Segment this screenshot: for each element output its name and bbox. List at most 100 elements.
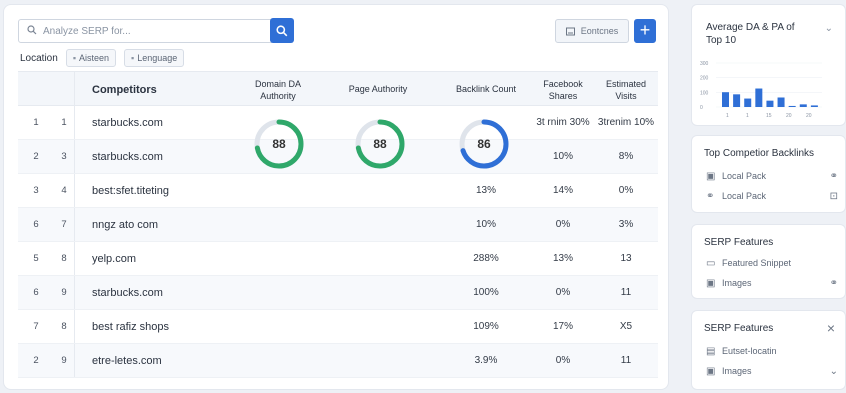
export-icon[interactable]: ⊡ xyxy=(830,191,838,202)
row-backlinks: 10% xyxy=(475,219,496,230)
table-body: 1 1 starbucks.com 3t rnim 30% 3trenim 10% 2 3 s… xyxy=(18,106,658,378)
x-tick-label: 15 xyxy=(766,113,772,119)
y-tick-label: 300 xyxy=(700,61,709,67)
dropdown-icon[interactable]: ⌄ xyxy=(830,366,838,377)
chart-bar xyxy=(810,105,818,107)
row-backlinks: 288% xyxy=(473,253,499,264)
table-row[interactable]: 1 1 starbucks.com 3t rnim 30% 3trenim 10% xyxy=(18,106,658,140)
row-domain[interactable]: best:sfet.titeting xyxy=(92,174,242,208)
domain-authority-gauge: 88 xyxy=(253,118,305,170)
header-page-authority[interactable]: Page Authority xyxy=(343,83,413,95)
language-icon: ▪ xyxy=(131,53,135,63)
chart-bar xyxy=(733,94,741,107)
row-domain[interactable]: starbucks.com xyxy=(92,106,242,140)
row-domain[interactable]: yelp.com xyxy=(92,242,242,276)
table-header: Competitors Domain DA Authority Page Aut… xyxy=(18,71,658,106)
row-backlinks: 13% xyxy=(475,185,496,196)
row-position: 8 xyxy=(61,253,67,264)
search-placeholder: Analyze SERP for... xyxy=(43,25,131,37)
row-estimated-visits: 11 xyxy=(620,355,632,366)
row-estimated-visits: 3% xyxy=(618,219,634,230)
row-rank: 6 xyxy=(33,287,39,298)
x-tick-label: 1 xyxy=(726,113,729,119)
row-position: 1 xyxy=(61,117,67,128)
table-row[interactable]: 2 9 etre-letes.com 3.9% 0% 11 xyxy=(18,344,658,378)
backlinks-card: Top Competior Backlinks ▣ Local Pack ⚭ ⚭… xyxy=(691,135,846,213)
list-item[interactable]: ▣ Images ⚭ xyxy=(706,273,846,293)
row-rank: 7 xyxy=(33,321,39,332)
language-chip[interactable]: ▪ Lenguage xyxy=(124,49,185,67)
header-domain-authority[interactable]: Domain DA Authority xyxy=(243,78,313,102)
document-icon: ▣ xyxy=(706,170,716,182)
row-backlinks: 3.9% xyxy=(474,355,498,366)
table-row[interactable]: 2 3 starbucks.com 10% 8% xyxy=(18,140,658,174)
row-backlinks: 109% xyxy=(473,321,499,332)
table-row[interactable]: 6 9 starbucks.com 100% 0% 11 xyxy=(18,276,658,310)
close-icon[interactable]: × xyxy=(827,320,835,336)
row-facebook-shares: 10% xyxy=(552,151,573,162)
table-row[interactable]: 6 7 nngz ato com 10% 0% 3% xyxy=(18,208,658,242)
chart-bar xyxy=(722,92,729,107)
y-tick-label: 100 xyxy=(700,90,709,96)
list-item[interactable]: ⚭ Local Pack ⊡ xyxy=(706,186,846,206)
calendar-icon: ▤ xyxy=(706,345,716,357)
chart-bar xyxy=(766,100,774,107)
search-input[interactable]: Analyze SERP for... xyxy=(18,19,274,43)
table-row[interactable]: 5 8 yelp.com 288% 13% 13 xyxy=(18,242,658,276)
serp-features-card: SERP Features ▭ Featured Snippet ▣ Image… xyxy=(691,224,846,299)
chart-bar xyxy=(788,105,796,107)
document-icon xyxy=(565,27,575,35)
row-position: 8 xyxy=(61,321,67,332)
row-rank: 2 xyxy=(33,151,39,162)
search-button[interactable] xyxy=(270,18,294,43)
link-icon[interactable]: ⚭ xyxy=(830,171,838,182)
row-domain[interactable]: nngz ato com xyxy=(92,208,242,242)
image-icon: ▣ xyxy=(706,365,716,377)
table-row[interactable]: 3 4 best:sfet.titeting 13% 14% 0% xyxy=(18,174,658,208)
row-estimated-visits: 13 xyxy=(620,253,632,264)
row-estimated-visits: X5 xyxy=(619,321,633,332)
backlinks-title: Top Competior Backlinks xyxy=(704,148,815,159)
row-rank: 6 xyxy=(33,219,39,230)
row-position: 9 xyxy=(61,287,67,298)
serp-features-title: SERP Features xyxy=(704,237,774,248)
chart-bar xyxy=(799,104,807,107)
list-item[interactable]: ▤ Eutset-locatin xyxy=(706,341,846,361)
row-rank: 2 xyxy=(33,355,39,366)
row-position: 7 xyxy=(61,219,67,230)
list-item[interactable]: ▣ Images ⌄ xyxy=(706,361,846,381)
location-chip[interactable]: ▪ Aisteen xyxy=(65,49,117,67)
tool-button[interactable]: Eontcnes xyxy=(555,19,629,43)
row-facebook-shares: 0% xyxy=(555,287,571,298)
header-backlink-count[interactable]: Backlink Count xyxy=(448,83,524,95)
row-facebook-shares: 14% xyxy=(552,185,573,196)
row-facebook-shares: 0% xyxy=(555,219,571,230)
row-estimated-visits: 3trenim 10% xyxy=(597,117,655,128)
backlink-gauge: 86 xyxy=(458,118,510,170)
chart-bar xyxy=(777,97,785,107)
gauge-value: 88 xyxy=(373,137,387,151)
row-rank: 1 xyxy=(33,117,39,128)
add-button[interactable]: + xyxy=(634,19,656,43)
row-domain[interactable]: starbucks.com xyxy=(92,276,242,310)
list-item[interactable]: ▣ Local Pack ⚭ xyxy=(706,166,846,186)
row-facebook-shares: 13% xyxy=(552,253,573,264)
competitors-table: Competitors Domain DA Authority Page Aut… xyxy=(18,71,658,378)
link-icon[interactable]: ⚭ xyxy=(830,278,838,289)
location-label: Location xyxy=(20,52,58,64)
header-facebook-shares[interactable]: Facebook Shares xyxy=(533,78,593,102)
row-domain[interactable]: starbucks.com xyxy=(92,140,242,174)
chart-bar xyxy=(744,98,752,107)
header-competitors[interactable]: Competitors xyxy=(92,84,157,96)
row-position: 9 xyxy=(61,355,67,366)
list-item[interactable]: ▭ Featured Snippet xyxy=(706,253,846,273)
header-estimated-visits[interactable]: Estimated Visits xyxy=(596,78,656,102)
search-icon xyxy=(276,24,288,36)
chevron-down-icon[interactable]: ⌄ xyxy=(825,23,833,34)
row-facebook-shares: 3t rnim 30% xyxy=(536,117,590,128)
row-rank: 3 xyxy=(33,185,39,196)
average-da-pa-card: Average DA & PA of Top 10 ⌄ 300 200 100 0 1 1… xyxy=(691,4,846,126)
table-row[interactable]: 7 8 best rafiz shops 109% 17% X5 xyxy=(18,310,658,344)
row-domain[interactable]: etre-letes.com xyxy=(92,344,242,378)
row-domain[interactable]: best rafiz shops xyxy=(92,310,242,344)
